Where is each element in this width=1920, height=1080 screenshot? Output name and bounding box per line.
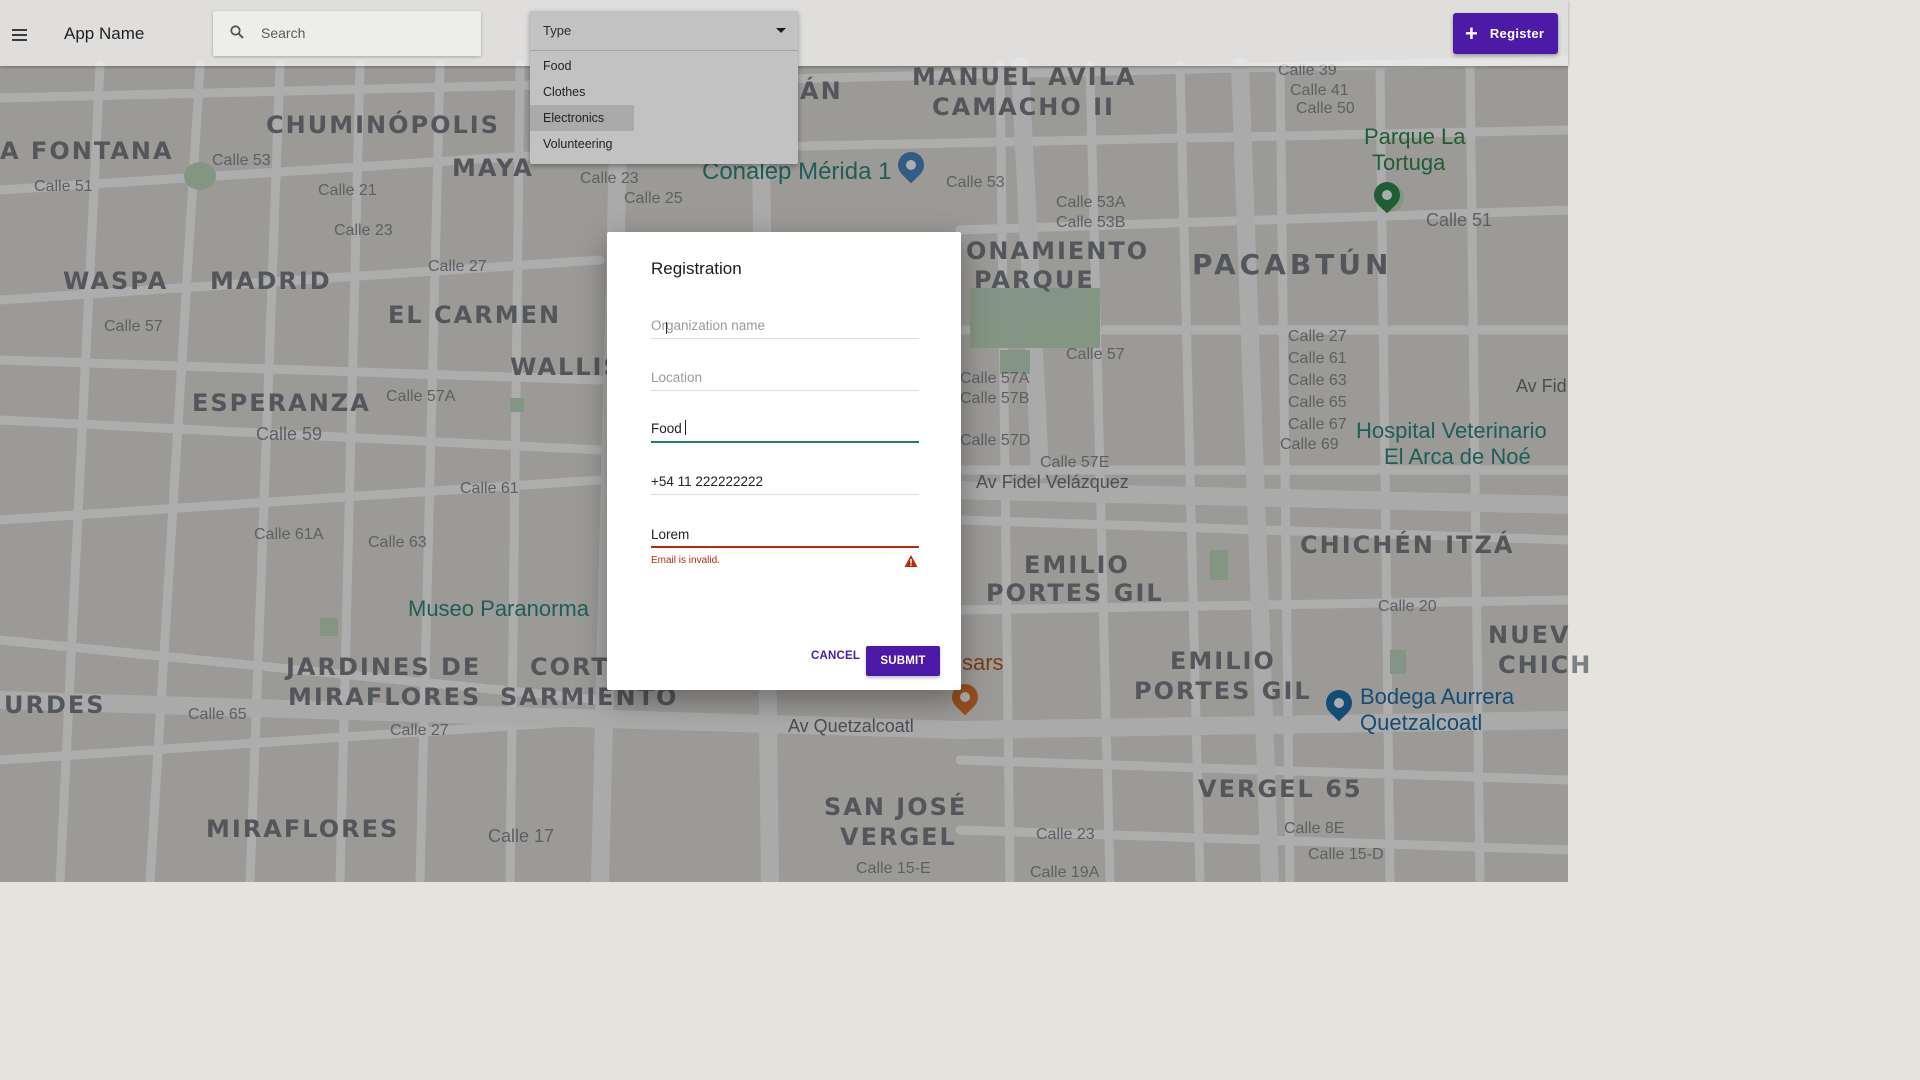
text-cursor-icon	[666, 322, 672, 334]
email-field[interactable]	[651, 522, 919, 548]
plus-icon: +	[1465, 20, 1478, 46]
hamburger-menu-icon[interactable]	[6, 21, 32, 47]
register-button-label: Register	[1489, 26, 1545, 41]
phone-field[interactable]	[651, 469, 919, 495]
type-field-value: Food	[651, 421, 682, 436]
type-option-electronics[interactable]: Electronics	[530, 105, 634, 131]
location-input[interactable]	[651, 365, 919, 389]
app-title: App Name	[64, 24, 145, 43]
search-box[interactable]	[213, 11, 481, 56]
organization-name-input[interactable]	[651, 313, 919, 337]
type-select-header[interactable]: Type	[530, 11, 798, 51]
search-icon	[230, 25, 244, 39]
email-input[interactable]	[651, 522, 919, 546]
location-field[interactable]	[651, 365, 919, 391]
register-button[interactable]: + Register	[1453, 13, 1558, 54]
type-option-volunteering[interactable]: Volunteering	[530, 131, 613, 157]
type-option-food[interactable]: Food	[530, 53, 572, 79]
registration-dialog: Registration Food Email is invalid. CANC…	[607, 232, 961, 690]
warning-icon	[904, 555, 918, 567]
email-error-message: Email is invalid.	[651, 555, 720, 566]
organization-name-field[interactable]	[651, 313, 919, 339]
text-caret	[684, 420, 686, 435]
submit-button[interactable]: SUBMIT	[866, 646, 940, 676]
type-field[interactable]: Food	[651, 417, 919, 443]
cancel-button[interactable]: CANCEL	[811, 650, 860, 662]
phone-input[interactable]	[651, 469, 919, 493]
search-input[interactable]	[259, 19, 469, 47]
type-select-label: Type	[543, 23, 572, 38]
type-dropdown[interactable]: Type Food Clothes Electronics Volunteeri…	[530, 11, 798, 164]
caret-down-icon	[776, 28, 786, 33]
dialog-title: Registration	[651, 259, 742, 278]
type-option-clothes[interactable]: Clothes	[530, 79, 585, 105]
